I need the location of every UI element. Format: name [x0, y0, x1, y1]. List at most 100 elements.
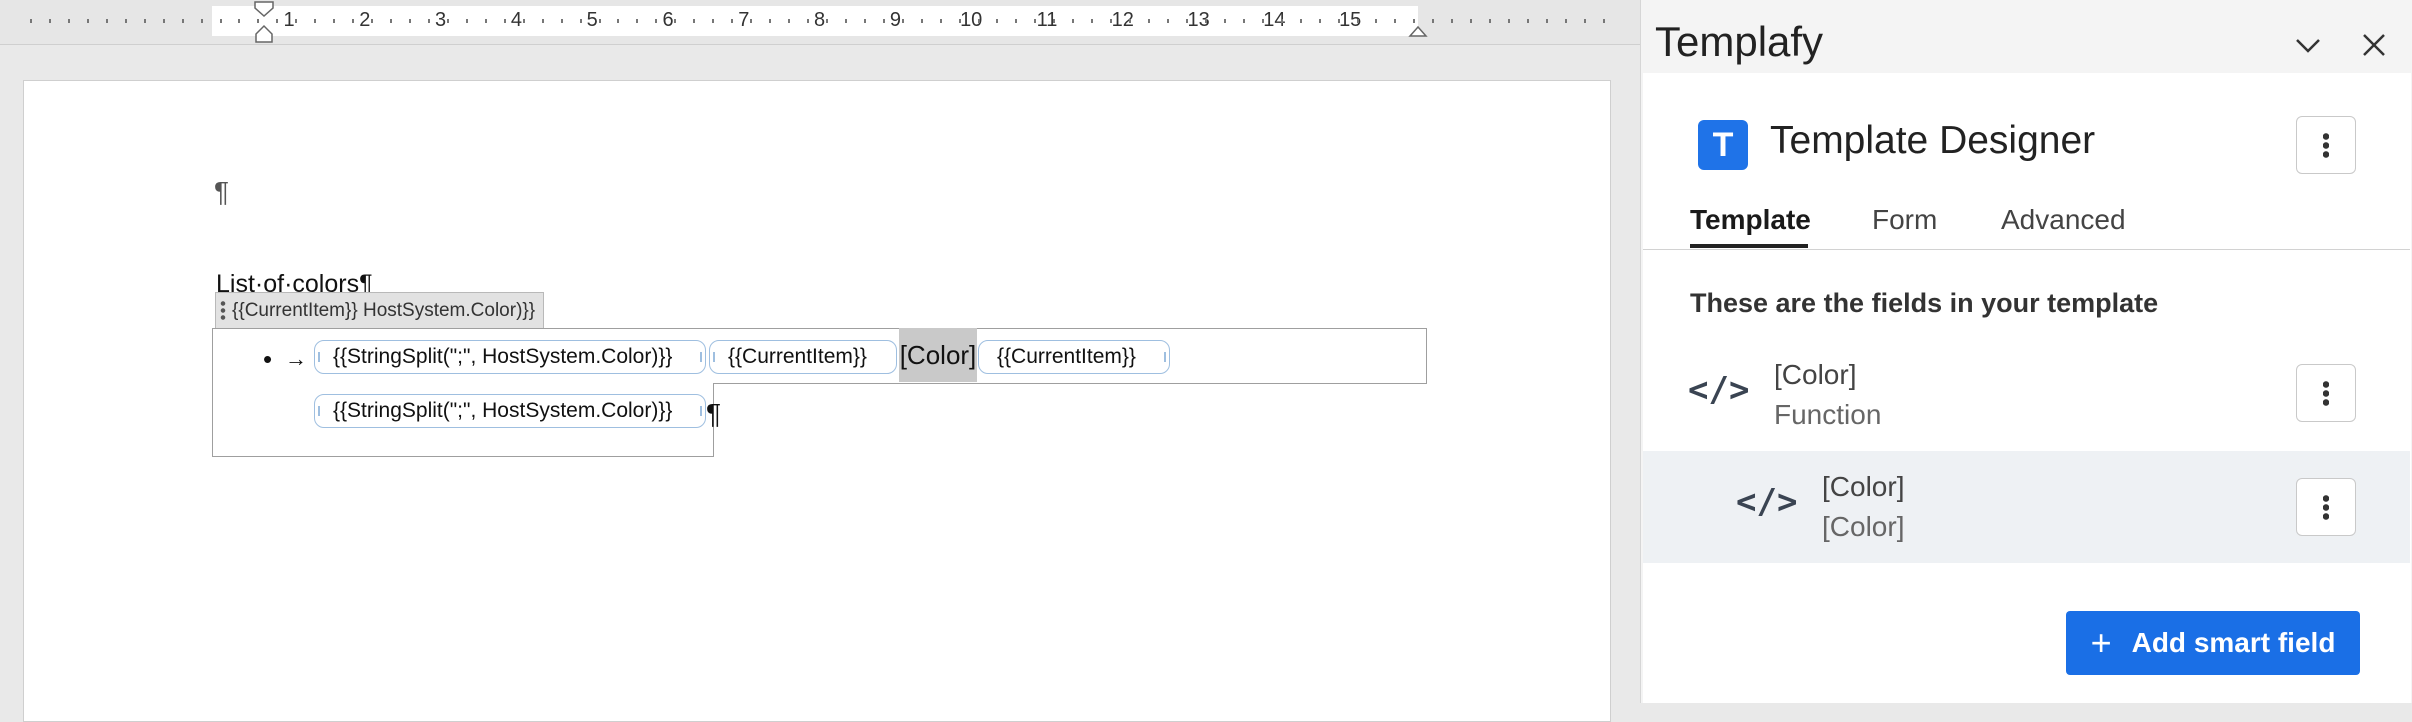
tab-template[interactable]: Template — [1690, 204, 1811, 236]
ruler-tick — [1299, 19, 1302, 23]
tab-divider — [1643, 249, 2410, 250]
ruler-tick — [598, 19, 601, 23]
ruler-tick — [295, 19, 298, 23]
templafy-logo-icon: T — [1698, 120, 1748, 170]
active-tab-indicator — [1690, 244, 1808, 248]
right-indent-marker-icon[interactable] — [1406, 0, 1430, 44]
ruler-tick — [314, 19, 317, 23]
ruler-tick — [238, 19, 241, 23]
ruler-tick — [806, 19, 809, 23]
content-control-label: {{CurrentItem}} — [997, 345, 1136, 368]
ruler-number: 4 — [510, 9, 522, 31]
ruler-tick — [1204, 19, 1207, 23]
ruler-tick — [465, 19, 468, 23]
ruler-tick — [1451, 19, 1454, 23]
ruler-tick — [446, 19, 449, 23]
ruler-tick — [901, 19, 904, 23]
ruler-tick — [1167, 19, 1169, 23]
ruler-tick — [1508, 19, 1511, 23]
ruler-tick — [1470, 19, 1473, 23]
color-placeholder-field[interactable]: [Color] — [899, 328, 977, 382]
ruler-tick — [522, 19, 525, 23]
ruler-tick — [674, 19, 677, 23]
ruler-tick — [427, 19, 430, 23]
ruler-tick — [143, 19, 146, 23]
content-control-stringsplit[interactable]: {{StringSplit(";", HostSystem.Color)}} — [314, 340, 706, 374]
ruler-tick — [1527, 19, 1530, 23]
ruler-number: 9 — [889, 9, 901, 31]
ruler-tick — [844, 19, 847, 23]
field-type: [Color] — [1822, 511, 1905, 542]
kebab-icon — [2323, 132, 2329, 158]
field-name: [Color] — [1822, 471, 1905, 502]
ruler-tick — [371, 19, 374, 23]
content-control-tag-label: {{CurrentItem}} HostSystem.Color)}} — [232, 300, 536, 321]
ruler-tick — [1242, 19, 1245, 23]
ruler-tick — [693, 19, 696, 23]
ruler-tick — [1034, 19, 1037, 23]
content-control-label: {{StringSplit(";", HostSystem.Color)}} — [333, 345, 673, 368]
ruler-tick — [1564, 19, 1567, 23]
ruler-tick — [788, 19, 790, 23]
ruler-tick — [1015, 19, 1018, 23]
tab-advanced[interactable]: Advanced — [2001, 204, 2126, 236]
ruler-tick — [105, 19, 108, 23]
ruler-tick — [1280, 19, 1283, 23]
content-control-stringsplit[interactable]: {{StringSplit(";", HostSystem.Color)}} — [314, 394, 706, 428]
content-control-currentitem[interactable]: {{CurrentItem}} — [709, 340, 897, 374]
content-control-currentitem[interactable]: {{CurrentItem}} — [978, 340, 1170, 374]
close-icon[interactable] — [2359, 30, 2389, 60]
ruler-tick — [1432, 19, 1435, 23]
ruler-tick — [731, 19, 734, 23]
ruler-tick — [1091, 19, 1094, 23]
tab-form[interactable]: Form — [1872, 204, 1937, 236]
ruler-tick — [67, 19, 70, 23]
ruler-number: 7 — [738, 9, 750, 31]
more-options-button[interactable] — [2296, 116, 2356, 174]
ruler-tick — [30, 19, 32, 23]
field-options-button[interactable] — [2296, 364, 2356, 422]
ruler-tick — [1261, 19, 1264, 23]
paragraph-mark: ¶ — [706, 398, 722, 429]
ruler-tick — [1356, 19, 1359, 23]
ruler-tick — [1185, 19, 1188, 23]
code-icon: </> — [1736, 482, 1798, 522]
indent-marker-icon[interactable] — [252, 0, 276, 44]
panel-title: Templafy — [1655, 18, 1824, 65]
content-control-tag[interactable]: {{CurrentItem}} HostSystem.Color)}} — [215, 292, 545, 330]
ruler[interactable]: 1 2 3 4 5 6 7 8 9 10 11 12 13 14 15 — [0, 0, 1640, 45]
ruler-tick — [352, 19, 355, 23]
document-area: 1 2 3 4 5 6 7 8 9 10 11 12 13 14 15 ¶ List·of·colors¶ … — [0, 0, 1640, 722]
ruler-tick — [1318, 19, 1321, 23]
ruler-tick — [712, 19, 715, 23]
ruler-tick — [617, 19, 620, 23]
chevron-down-icon[interactable] — [2293, 30, 2323, 60]
ruler-tick — [1602, 19, 1605, 23]
ruler-number: 8 — [814, 9, 826, 31]
ruler-tick — [1129, 19, 1132, 23]
ruler-tick — [769, 19, 772, 23]
ruler-tick — [863, 19, 866, 23]
ruler-number: 3 — [435, 9, 447, 31]
ruler-tick — [996, 19, 999, 23]
ruler-tick — [409, 19, 411, 23]
ruler-number: 2 — [359, 9, 371, 31]
content-control-label: {{CurrentItem}} — [728, 345, 867, 368]
ruler-tick — [219, 19, 222, 23]
ruler-tick — [1053, 19, 1056, 23]
plus-icon: + — [2090, 622, 2112, 663]
kebab-icon — [2323, 380, 2329, 406]
ruler-tick — [162, 19, 165, 23]
content-control-label: {{StringSplit(";", HostSystem.Color)}} — [333, 399, 673, 422]
drag-handle-icon[interactable] — [220, 300, 226, 322]
ruler-tick — [1546, 19, 1548, 23]
field-list-item[interactable] — [1643, 340, 2410, 450]
field-options-button[interactable] — [2296, 478, 2356, 536]
ruler-tick — [825, 19, 828, 23]
ruler-tick — [958, 19, 961, 23]
ruler-tick — [1394, 19, 1397, 23]
ruler-tick — [333, 19, 336, 23]
add-smart-field-button[interactable]: + Add smart field — [2066, 611, 2360, 675]
ruler-tick — [1110, 19, 1113, 23]
ruler-tick — [1375, 19, 1378, 23]
